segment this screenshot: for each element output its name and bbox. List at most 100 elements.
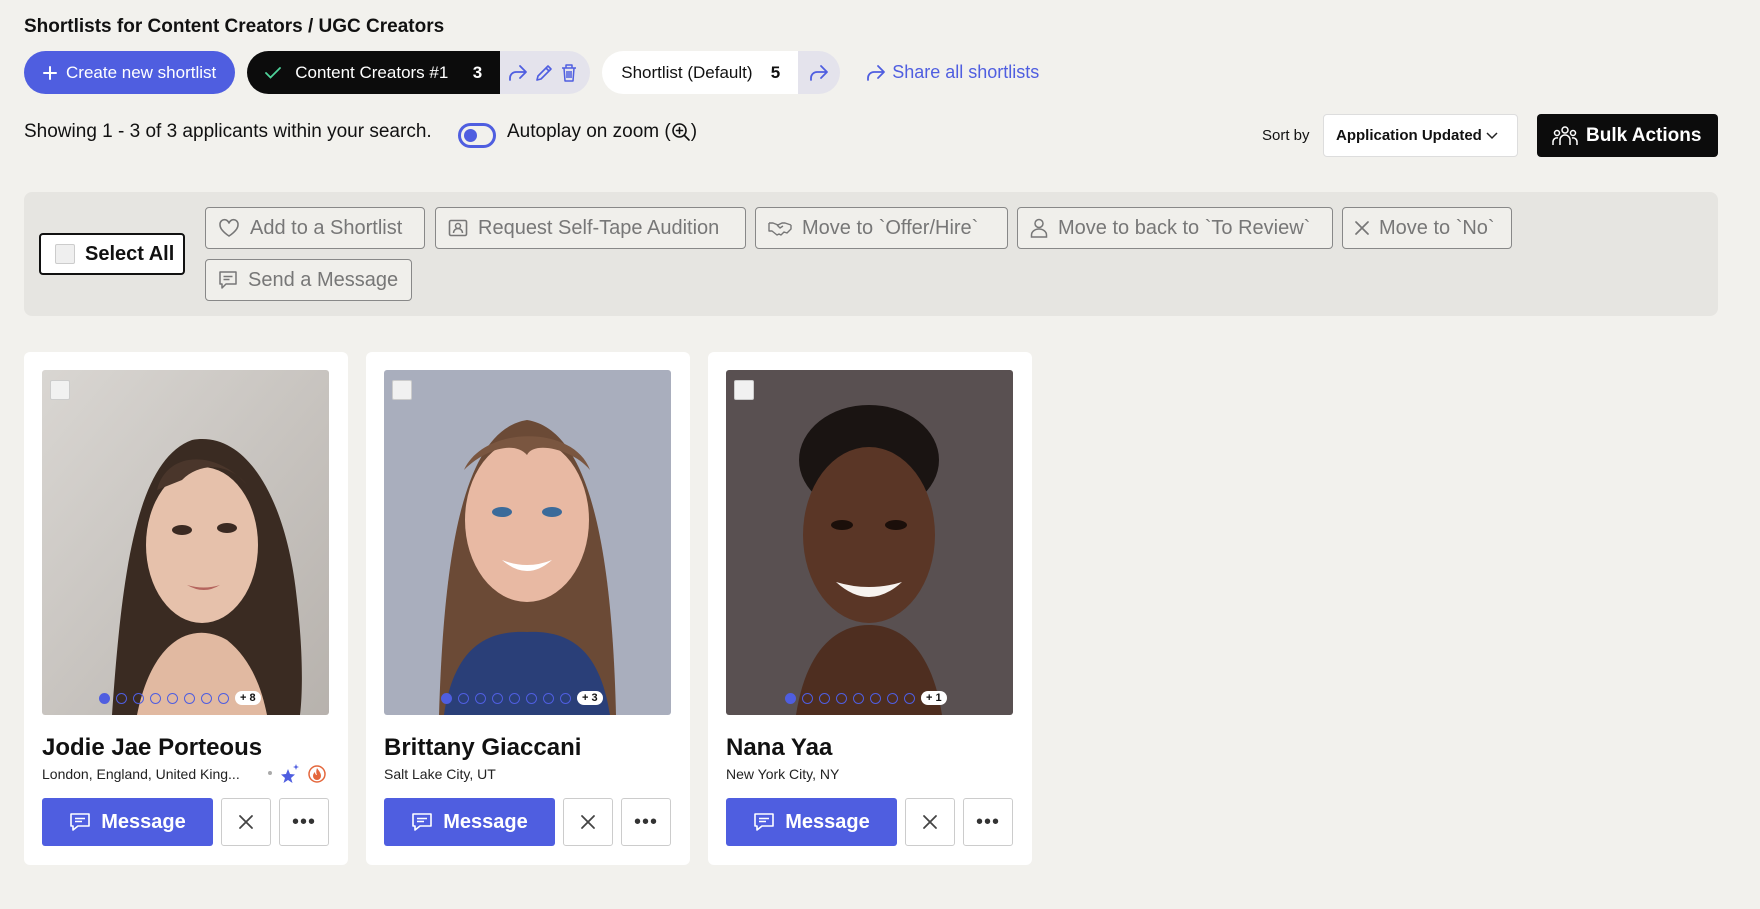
carousel-dot[interactable] (116, 692, 127, 704)
applicant-card[interactable]: + 3 Brittany Giaccani Salt Lake City, UT… (366, 352, 690, 865)
applicant-card[interactable]: + 8 Jodie Jae Porteous London, England, … (24, 352, 348, 865)
bulk-actions-button[interactable]: Bulk Actions (1537, 114, 1718, 157)
heart-icon (218, 218, 240, 238)
send-message-button[interactable]: Send a Message (205, 259, 412, 301)
carousel-dot[interactable] (802, 692, 813, 704)
carousel-dot[interactable] (785, 692, 796, 704)
applicant-checkbox[interactable] (392, 380, 412, 400)
reject-button[interactable] (563, 798, 613, 846)
message-button[interactable]: Message (42, 798, 213, 846)
applicant-name[interactable]: Nana Yaa (726, 734, 832, 762)
bulk-actions-label: Bulk Actions (1586, 124, 1702, 146)
close-icon (238, 814, 254, 830)
carousel-dot[interactable] (492, 692, 503, 704)
message-button[interactable]: Message (384, 798, 555, 846)
reject-button[interactable] (221, 798, 271, 846)
applicant-location: London, England, United King... (42, 766, 240, 782)
share-icon[interactable] (508, 64, 528, 82)
sparkle-star-icon (280, 763, 300, 783)
applicant-photo[interactable]: + 1 (726, 370, 1013, 715)
carousel-dot[interactable] (853, 692, 864, 704)
more-options-button[interactable]: ••• (963, 798, 1013, 846)
applicant-name[interactable]: Brittany Giaccani (384, 734, 581, 762)
active-shortlist-name: Content Creators #1 (295, 62, 449, 82)
more-options-button[interactable]: ••• (279, 798, 329, 846)
applicant-photo[interactable]: + 8 (42, 370, 329, 715)
check-icon (265, 66, 282, 79)
active-shortlist-count: 3 (472, 62, 483, 82)
carousel-dot[interactable] (99, 692, 110, 704)
carousel-dot[interactable] (218, 692, 229, 704)
applicant-location: Salt Lake City, UT (384, 766, 496, 782)
sort-select[interactable]: Application Updated (1323, 114, 1518, 157)
share-icon (866, 64, 886, 82)
more-icon: ••• (633, 810, 658, 833)
close-icon (580, 814, 596, 830)
extra-photos-count: + 8 (235, 691, 261, 705)
applicant-checkbox[interactable] (50, 380, 70, 400)
carousel-dot[interactable] (441, 692, 452, 704)
carousel-dot[interactable] (526, 692, 537, 704)
carousel-dot[interactable] (887, 692, 898, 704)
create-shortlist-label: Create new shortlist (66, 62, 217, 82)
carousel-dot[interactable] (543, 692, 554, 704)
send-message-label: Send a Message (248, 268, 399, 291)
more-options-button[interactable]: ••• (621, 798, 671, 846)
photo-carousel-dots[interactable]: + 1 (785, 691, 947, 705)
photo-carousel-dots[interactable]: + 3 (441, 691, 603, 705)
request-audition-label: Request Self-Tape Audition (478, 216, 720, 239)
message-button[interactable]: Message (726, 798, 897, 846)
select-all-button[interactable]: Select All (39, 233, 185, 275)
applicant-checkbox[interactable] (734, 380, 754, 400)
move-offer-button[interactable]: Move to `Offer/Hire` (755, 207, 1008, 249)
message-icon (753, 812, 775, 832)
applicant-photo[interactable]: + 3 (384, 370, 671, 715)
default-shortlist-name: Shortlist (Default) (621, 62, 753, 82)
add-shortlist-label: Add to a Shortlist (250, 216, 403, 239)
carousel-dot[interactable] (475, 692, 486, 704)
carousel-dot[interactable] (458, 692, 469, 704)
select-all-label: Select All (85, 242, 175, 265)
id-card-icon (448, 219, 468, 237)
applicant-card[interactable]: + 1 Nana Yaa New York City, NY Message •… (708, 352, 1032, 865)
active-shortlist-tab[interactable]: Content Creators #1 3 (247, 51, 501, 94)
autoplay-toggle[interactable] (458, 123, 496, 148)
default-shortlist-tab[interactable]: Shortlist (Default) 5 (602, 51, 799, 94)
dot-separator (268, 771, 272, 775)
results-summary: Showing 1 - 3 of 3 applicants within you… (24, 121, 432, 142)
carousel-dot[interactable] (819, 692, 830, 704)
move-no-label: Move to `No` (1379, 216, 1495, 239)
request-audition-button[interactable]: Request Self-Tape Audition (435, 207, 746, 249)
message-label: Message (785, 810, 870, 833)
carousel-dot[interactable] (133, 692, 144, 704)
carousel-dot[interactable] (870, 692, 881, 704)
carousel-dot[interactable] (836, 692, 847, 704)
carousel-dot[interactable] (509, 692, 520, 704)
create-shortlist-button[interactable]: Create new shortlist (24, 51, 236, 94)
default-shortlist-share-button[interactable] (798, 51, 841, 94)
trash-icon[interactable] (560, 63, 578, 83)
message-label: Message (443, 810, 528, 833)
carousel-dot[interactable] (150, 692, 161, 704)
share-all-shortlists-link[interactable]: Share all shortlists (866, 62, 1039, 83)
more-icon: ••• (291, 810, 316, 833)
move-to-review-button[interactable]: Move to back to `To Review` (1017, 207, 1333, 249)
carousel-dot[interactable] (560, 692, 571, 704)
carousel-dot[interactable] (201, 692, 212, 704)
select-all-checkbox[interactable] (55, 244, 75, 264)
more-icon: ••• (975, 810, 1000, 833)
edit-icon[interactable] (534, 63, 554, 83)
carousel-dot[interactable] (167, 692, 178, 704)
carousel-dot[interactable] (904, 692, 915, 704)
applicant-name[interactable]: Jodie Jae Porteous (42, 734, 262, 762)
share-icon (809, 64, 829, 82)
move-offer-label: Move to `Offer/Hire` (802, 216, 979, 239)
move-to-no-button[interactable]: Move to `No` (1342, 207, 1512, 249)
toggle-knob (464, 129, 477, 142)
applicant-location: New York City, NY (726, 766, 840, 782)
carousel-dot[interactable] (184, 692, 195, 704)
photo-carousel-dots[interactable]: + 8 (99, 691, 261, 705)
reject-button[interactable] (905, 798, 955, 846)
close-icon (922, 814, 938, 830)
add-to-shortlist-button[interactable]: Add to a Shortlist (205, 207, 425, 249)
